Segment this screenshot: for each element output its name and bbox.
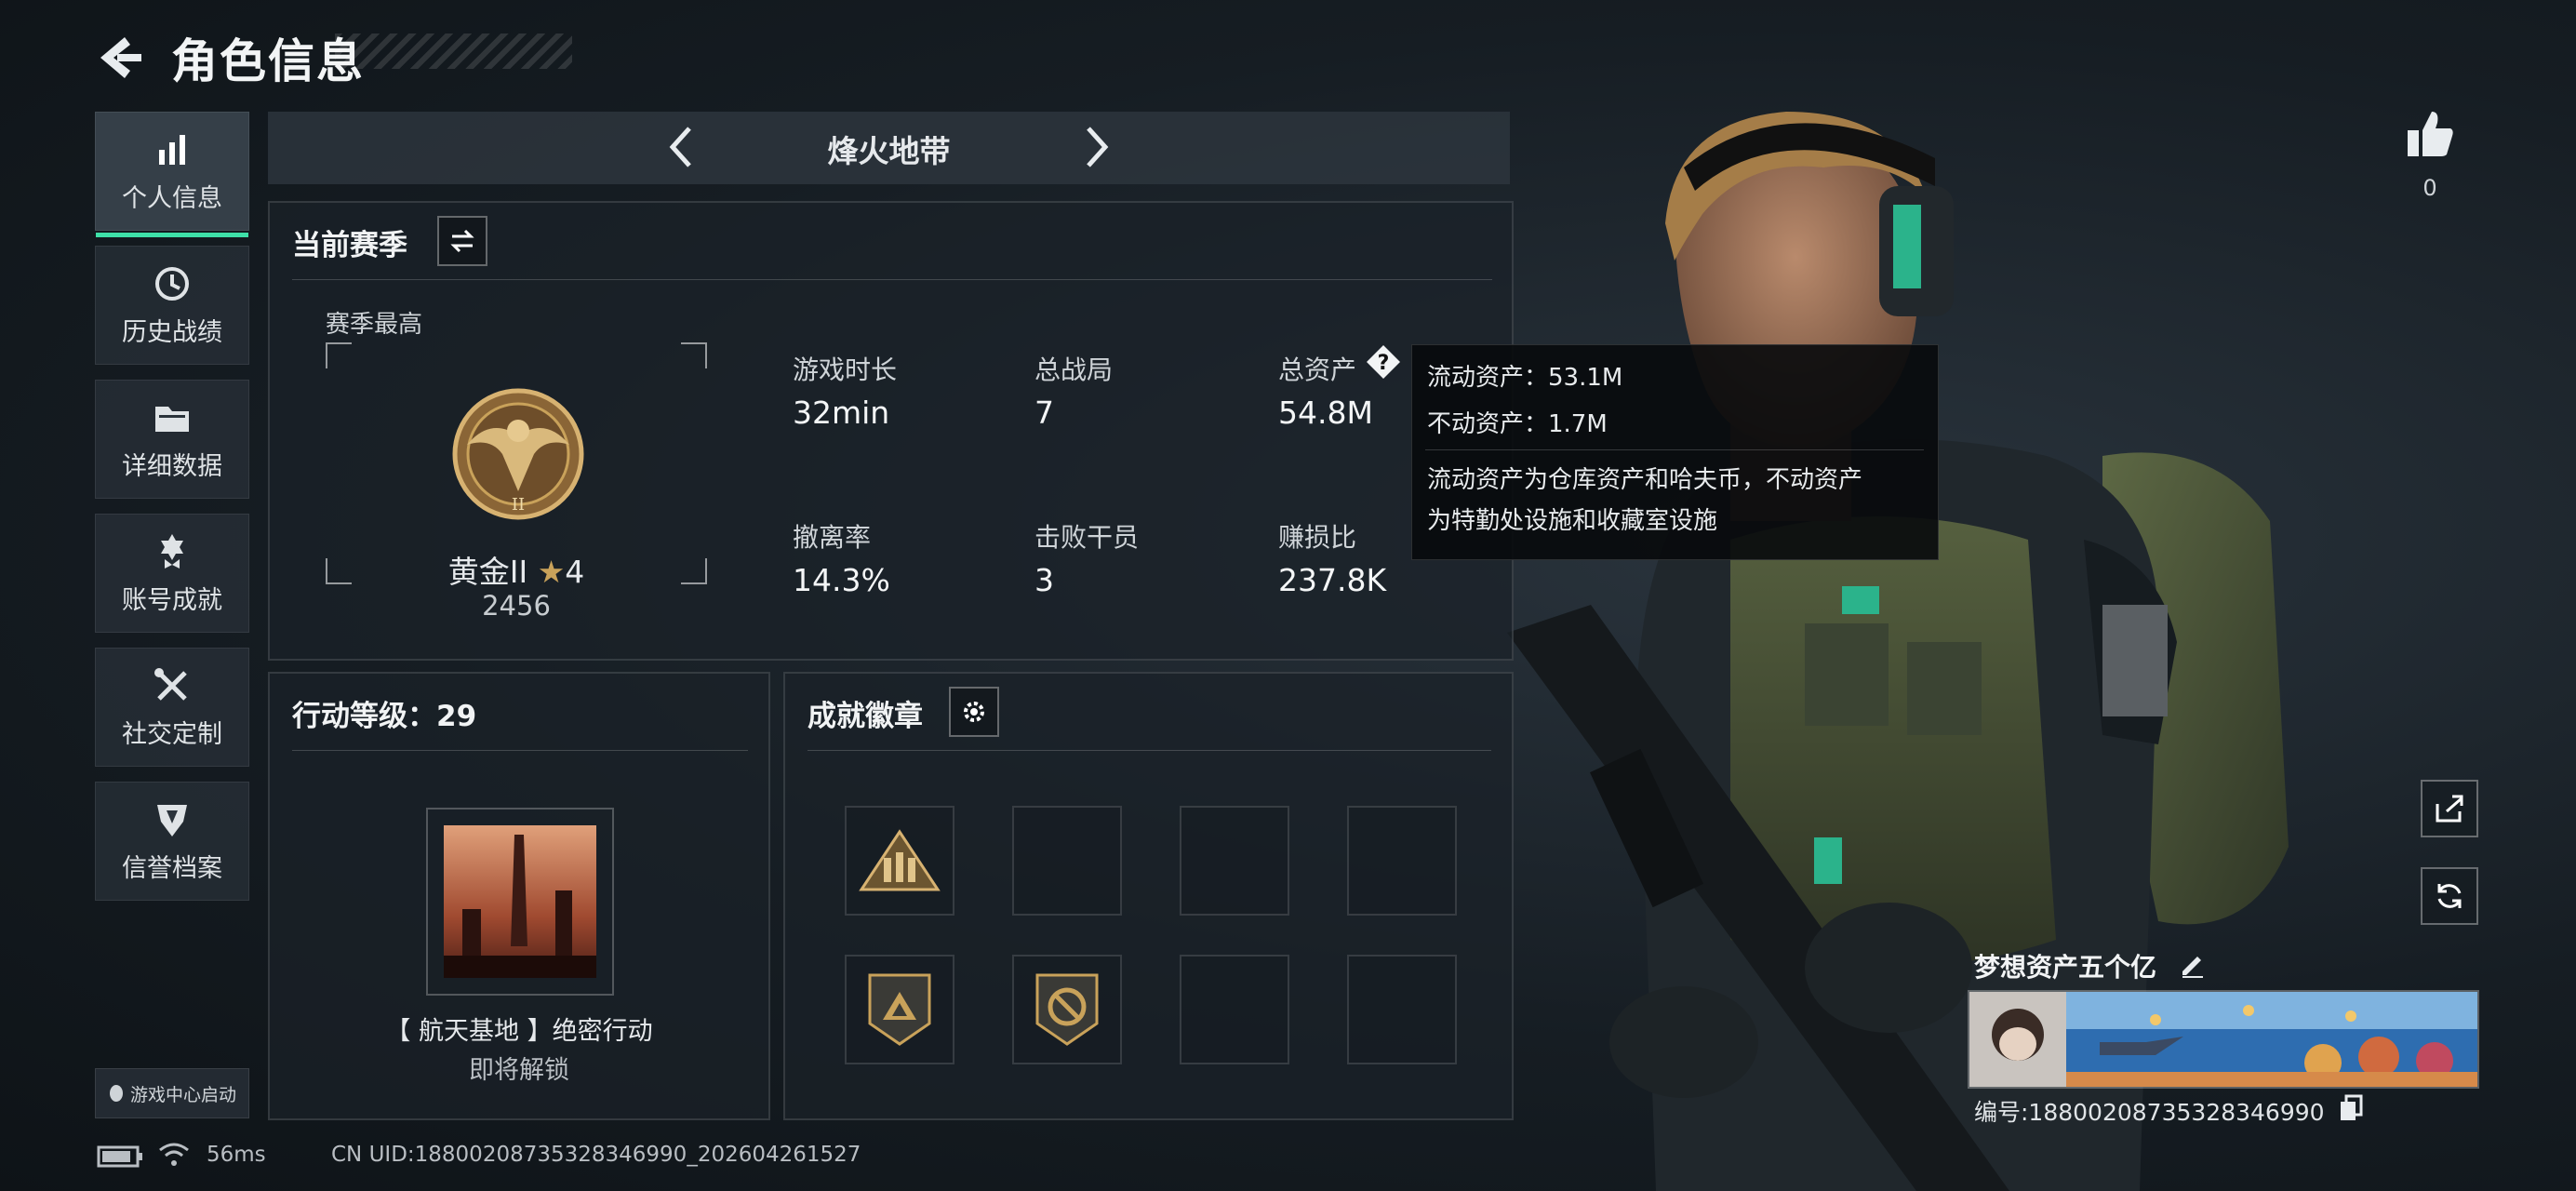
nav-item-detailed-data[interactable]: 详细数据 bbox=[95, 380, 249, 499]
action-level-panel: 行动等级：29 【 航天基地 】绝密行动 即将解锁 bbox=[268, 672, 770, 1120]
achievements-panel: 成就徽章 bbox=[783, 672, 1514, 1120]
stat-value: 14.3% bbox=[793, 562, 890, 598]
tooltip-description-line-2: 为特勤处设施和收藏室设施 bbox=[1427, 507, 1718, 535]
chevron-right-icon[interactable] bbox=[1068, 119, 1124, 175]
swap-arrows-icon bbox=[450, 229, 474, 253]
achievement-medal-icon bbox=[161, 533, 183, 569]
divider bbox=[1425, 449, 1924, 450]
stat-value: 32min bbox=[793, 395, 890, 431]
achievements-settings-button[interactable] bbox=[949, 687, 999, 737]
season-title: 当前赛季 bbox=[292, 229, 407, 262]
player-name: 梦想资产五个亿 bbox=[1974, 952, 2157, 983]
mode-title: 烽火地带 bbox=[827, 133, 951, 169]
stat-label: 赚损比 bbox=[1278, 522, 1357, 553]
game-center-launch-badge[interactable]: 游戏中心启动 bbox=[95, 1068, 249, 1118]
back-arrow-icon[interactable] bbox=[93, 32, 145, 84]
asset-tooltip: 流动资产：53.1M 不动资产：1.7M 流动资产为仓库资产和哈夫币，不动资产 … bbox=[1411, 344, 1939, 560]
season-panel: 当前赛季 赛季最高 II 黄金II ★4 2456 游戏时长 32min 总战局… bbox=[268, 201, 1514, 661]
season-switch-button[interactable] bbox=[437, 216, 487, 266]
tooltip-fixed-assets: 不动资产：1.7M bbox=[1427, 410, 1608, 438]
achievements-title: 成就徽章 bbox=[808, 700, 923, 733]
svg-text:II: II bbox=[512, 495, 525, 515]
achievement-badge-slot-empty[interactable] bbox=[1012, 806, 1122, 916]
nav-label: 社交定制 bbox=[122, 719, 222, 749]
achievement-badge-slot-empty[interactable] bbox=[1347, 806, 1457, 916]
nav-label: 个人信息 bbox=[122, 183, 222, 213]
share-icon bbox=[2436, 795, 2463, 823]
unlock-status: 即将解锁 bbox=[469, 1056, 569, 1085]
wrench-screwdriver-icon bbox=[154, 667, 187, 701]
banner-image bbox=[1969, 992, 2477, 1087]
nav-item-social-customize[interactable]: 社交定制 bbox=[95, 648, 249, 767]
operation-thumbnail[interactable] bbox=[426, 808, 614, 996]
folder-icon bbox=[155, 406, 189, 432]
nav-item-history[interactable]: 历史战绩 bbox=[95, 246, 249, 365]
stat-value: 237.8K bbox=[1278, 562, 1387, 598]
refresh-icon bbox=[2437, 884, 2462, 908]
like-count: 0 bbox=[2423, 175, 2437, 201]
gear-icon bbox=[964, 702, 984, 722]
action-level-title: 行动等级：29 bbox=[292, 700, 477, 733]
edit-pencil-icon[interactable] bbox=[2179, 951, 2207, 979]
soldiers-triangle-badge-icon bbox=[859, 829, 941, 891]
divider bbox=[292, 279, 1492, 280]
nav-item-credit-profile[interactable]: 信誉档案 bbox=[95, 782, 249, 901]
nav-label: 详细数据 bbox=[122, 451, 222, 481]
help-icon[interactable]: ? bbox=[1366, 344, 1401, 380]
title-decoration bbox=[335, 33, 572, 69]
stat-label: 总资产 bbox=[1278, 355, 1357, 385]
achievement-badge-slot-empty[interactable] bbox=[1180, 955, 1289, 1064]
mode-selector: 烽火地带 bbox=[268, 112, 1510, 184]
shield-no-entry-badge-icon bbox=[1035, 973, 1099, 1046]
copy-icon[interactable] bbox=[2339, 1094, 2363, 1122]
shield-triangle-badge-icon bbox=[868, 973, 931, 1046]
rank-stars: 4 bbox=[565, 554, 585, 590]
divider bbox=[292, 750, 748, 751]
achievement-badge-slot-empty[interactable] bbox=[1347, 955, 1457, 1064]
stat-label: 总战局 bbox=[1034, 355, 1114, 385]
nav-label: 信誉档案 bbox=[122, 853, 222, 883]
unlock-title: 【 航天基地 】绝密行动 bbox=[385, 1017, 653, 1046]
svg-text:?: ? bbox=[1378, 352, 1390, 375]
tooltip-description-line-1: 流动资产为仓库资产和哈夫币，不动资产 bbox=[1427, 466, 1863, 494]
achievement-badge-slot-empty[interactable] bbox=[1180, 806, 1289, 916]
gold-rank-emblem-icon: II bbox=[452, 388, 584, 520]
stat-value: 3 bbox=[1034, 562, 1054, 598]
rank-info: 黄金II ★4 bbox=[326, 547, 707, 592]
stat-label: 游戏时长 bbox=[793, 355, 898, 385]
share-button[interactable] bbox=[2421, 780, 2478, 837]
rank-score: 2456 bbox=[482, 590, 551, 622]
nav-label: 历史战绩 bbox=[122, 317, 222, 347]
star-icon: ★ bbox=[537, 554, 566, 590]
bar-chart-icon bbox=[159, 134, 185, 165]
history-clock-icon bbox=[155, 266, 189, 301]
season-best-label: 赛季最高 bbox=[326, 311, 423, 339]
nav-label: 账号成就 bbox=[122, 585, 222, 615]
wifi-icon bbox=[159, 1143, 189, 1166]
profile-banner[interactable] bbox=[1968, 990, 2479, 1089]
stat-value: 7 bbox=[1034, 395, 1054, 431]
achievement-badge-slot[interactable] bbox=[845, 806, 954, 916]
thumbs-up-icon[interactable] bbox=[2402, 106, 2458, 162]
penguin-icon bbox=[109, 1085, 123, 1102]
stat-label: 撤离率 bbox=[793, 522, 872, 553]
battery-icon bbox=[97, 1145, 142, 1168]
refresh-button[interactable] bbox=[2421, 867, 2478, 925]
credit-shield-icon bbox=[157, 804, 187, 836]
ping-value: 56ms bbox=[207, 1143, 266, 1167]
nav-item-personal-info[interactable]: 个人信息 bbox=[95, 112, 249, 237]
rank-name: 黄金II bbox=[447, 554, 528, 590]
achievement-badge-slot[interactable] bbox=[1012, 955, 1122, 1064]
achievement-badge-slot[interactable] bbox=[845, 955, 954, 1064]
uid-text: CN UID:18800208735328346990_202604261527 bbox=[331, 1143, 861, 1167]
tooltip-liquid-assets: 流动资产：53.1M bbox=[1427, 364, 1623, 392]
stat-value: 54.8M bbox=[1278, 395, 1373, 431]
launcher-label: 游戏中心启动 bbox=[129, 1084, 236, 1105]
divider bbox=[808, 750, 1491, 751]
stat-label: 击败干员 bbox=[1034, 522, 1140, 553]
space-base-image bbox=[444, 825, 596, 978]
player-id: 编号:18800208735328346990 bbox=[1974, 1099, 2325, 1126]
nav-item-account-achievements[interactable]: 账号成就 bbox=[95, 514, 249, 633]
